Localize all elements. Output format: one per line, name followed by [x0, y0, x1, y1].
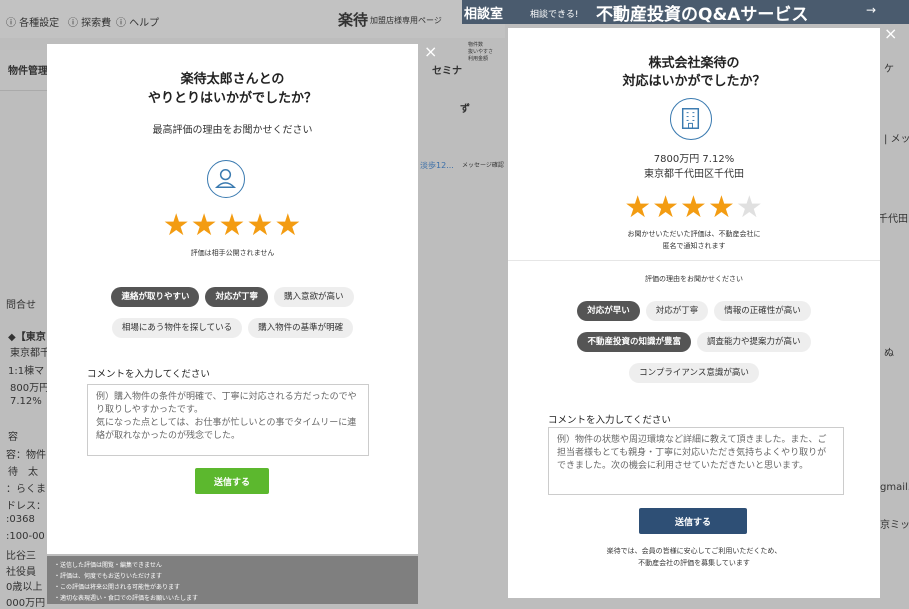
- bg-right-ke: ケ: [884, 64, 894, 75]
- chip-market-match[interactable]: 相場にあう物件を探している: [111, 318, 243, 338]
- right-footer-line1: 楽待では、会員の皆様に安心してご利用いただくため、: [606, 547, 782, 555]
- right-title-line1: 株式会社楽待の: [648, 56, 740, 71]
- left-title-line1: 楽待太郎さんとの: [180, 72, 285, 87]
- left-comment-textarea[interactable]: 例）購入物件の条件が明確で、丁寧に対応される方だったのでやり取りしやすかったです…: [87, 384, 369, 456]
- building-icon: [670, 98, 712, 140]
- left-reason-chips: 連絡が取りやすい 対応が丁寧 購入意欲が高い 相場にあう物件を探している 購入物件の基…: [67, 284, 398, 346]
- left-star-rating[interactable]: ★★★★★: [47, 210, 418, 242]
- bg-right-mess: | メッ: [884, 134, 909, 145]
- left-title-line2: やりとりはいかがでしたか？: [147, 91, 317, 106]
- bg-right-mail: gmail.c: [880, 482, 909, 493]
- bg-yaku: 社役員: [6, 567, 36, 578]
- bg-man: 000万円: [6, 598, 46, 609]
- brand-subtitle: 加盟店様専用ページ: [370, 16, 442, 25]
- banner-arrow-icon: →: [866, 3, 877, 17]
- bg-bracket: ◆【東京: [8, 332, 46, 343]
- bg-building: 1:1棟マ: [8, 366, 45, 377]
- property-price: 7800万円 7.12%: [653, 154, 735, 165]
- left-rating-note: 評価は相手公開されません: [190, 249, 275, 257]
- left-subtitle: 最高評価の理由をお聞かせください: [152, 125, 313, 136]
- bg-content2: 容：物件: [6, 450, 46, 461]
- bg-address: ドレス：: [6, 501, 46, 512]
- star-5-icon[interactable]: ★: [274, 208, 302, 243]
- banner-text: 相談できる!: [530, 10, 579, 20]
- topbar-fee-link[interactable]: ⓘ 探索費: [68, 14, 111, 29]
- banner-title: 不動産投資のQ&Aサービス: [596, 5, 809, 25]
- right-comment-label: コメントを入力してください: [548, 415, 671, 426]
- chip-high-motivation[interactable]: 購入意欲が高い: [274, 287, 354, 307]
- topbar-settings-link[interactable]: ⓘ 各種設定: [6, 14, 59, 29]
- right-comment-textarea[interactable]: 例）物件の状態や周辺環境など詳細に教えて頂きました。また、ご担当者様もとても親身…: [548, 427, 844, 495]
- left-comment-label: コメントを入力してください: [87, 369, 210, 380]
- left-close-icon[interactable]: ×: [424, 44, 437, 60]
- bg-tiny-label: 物件数 抜いやすさ 利用金額: [468, 42, 494, 62]
- star-1-icon[interactable]: ★: [163, 208, 191, 243]
- right-title-line2: 対応はいかがでしたか？: [622, 74, 766, 89]
- company-review-modal: 株式会社楽待の 対応はいかがでしたか？ 7800万円 7.12% 東京都千代田区…: [508, 28, 880, 598]
- right-rating-note-1: お聞かせいただいた評価は、不動産会社に: [627, 230, 761, 238]
- bg-inquiry: 問合せ: [6, 300, 36, 311]
- bg-right-nu: ぬ: [884, 348, 894, 359]
- bg-content: 容: [8, 432, 18, 443]
- left-submit-button[interactable]: 送信する: [195, 468, 269, 494]
- star-3-icon[interactable]: ★: [680, 190, 708, 225]
- user-review-modal: 楽待太郎さんとの やりとりはいかがでしたか？ 最高評価の理由をお聞かせください …: [47, 44, 418, 554]
- star-2-icon[interactable]: ★: [191, 208, 219, 243]
- right-rating-note-2: 匿名で通知されます: [662, 242, 726, 250]
- note-4: ・適切な表現週い・食口での評価をお願いいたします: [54, 595, 199, 602]
- user-avatar-icon: [207, 160, 245, 198]
- star-2-icon[interactable]: ★: [652, 190, 680, 225]
- banner-chip: 相談室: [464, 7, 504, 22]
- bg-right-kyoto: 京ミッ: [880, 520, 909, 531]
- chip-easy-to-contact[interactable]: 連絡が取りやすい: [111, 287, 200, 307]
- bg-num1: :0368: [6, 514, 35, 525]
- bg-num2: :100-00: [6, 531, 45, 542]
- chip-polite-response[interactable]: 対応が丁寧: [645, 301, 709, 321]
- reason-prompt: 評価の理由をお聞かせください: [645, 275, 743, 283]
- chip-fast-response[interactable]: 対応が早い: [577, 301, 640, 321]
- property-address: 東京都千代田区千代田: [644, 169, 744, 180]
- note-1: ・送信した評価は閲覧・編集できません: [54, 562, 162, 569]
- chip-clear-criteria[interactable]: 購入物件の基準が明確: [248, 318, 354, 338]
- right-submit-button[interactable]: 送信する: [639, 508, 747, 534]
- bg-amount: 800万円: [10, 383, 50, 394]
- bg-right-chiyoda: 千代田区: [878, 214, 909, 225]
- bg-shi: 比谷三: [6, 551, 36, 562]
- right-reason-chips: 対応が早い 対応が丁寧 情報の正確性が高い 不動産投資の知識が豊富 調査能力や提案力が…: [518, 298, 870, 391]
- brand-logo: 楽待: [338, 11, 369, 29]
- bg-raku: ：らくま: [6, 484, 46, 495]
- bg-tokyo: 東京都千: [10, 348, 50, 359]
- star-5-icon[interactable]: ★: [736, 190, 764, 225]
- star-3-icon[interactable]: ★: [219, 208, 247, 243]
- chip-research-proposal[interactable]: 調査能力や提案力が高い: [697, 332, 811, 352]
- bg-age: 0歳以上: [6, 582, 43, 593]
- chip-polite[interactable]: 対応が丁寧: [205, 287, 268, 307]
- bg-message-check: メッセージ確認: [462, 162, 504, 169]
- star-4-icon[interactable]: ★: [246, 208, 274, 243]
- bg-name: 待 太: [8, 467, 38, 478]
- right-footer-line2: 不動産会社の評価を募集しています: [638, 559, 750, 567]
- bg-zu: ず: [460, 104, 470, 115]
- chip-investment-knowledge[interactable]: 不動産投資の知識が豊富: [577, 332, 691, 352]
- star-4-icon[interactable]: ★: [708, 190, 736, 225]
- right-star-rating[interactable]: ★★★★★: [508, 192, 880, 224]
- bg-seminar: セミナ: [432, 66, 462, 77]
- topbar-help-link[interactable]: ⓘ ヘルプ: [116, 14, 159, 29]
- chip-accurate-info[interactable]: 情報の正確性が高い: [714, 301, 811, 321]
- note-3: ・この評価は将来公開される可能性があります: [54, 584, 181, 591]
- bg-tep: 淡歩12...: [420, 161, 454, 170]
- bg-percent: 7.12%: [10, 396, 42, 407]
- chip-compliance[interactable]: コンプライアンス意識が高い: [629, 363, 759, 383]
- note-2: ・評価は、何度でもお送りいただけます: [54, 573, 163, 580]
- nav-property-management[interactable]: 物件管理: [8, 62, 48, 77]
- star-1-icon[interactable]: ★: [624, 190, 652, 225]
- right-divider: [508, 260, 880, 261]
- right-close-icon[interactable]: ×: [884, 26, 897, 42]
